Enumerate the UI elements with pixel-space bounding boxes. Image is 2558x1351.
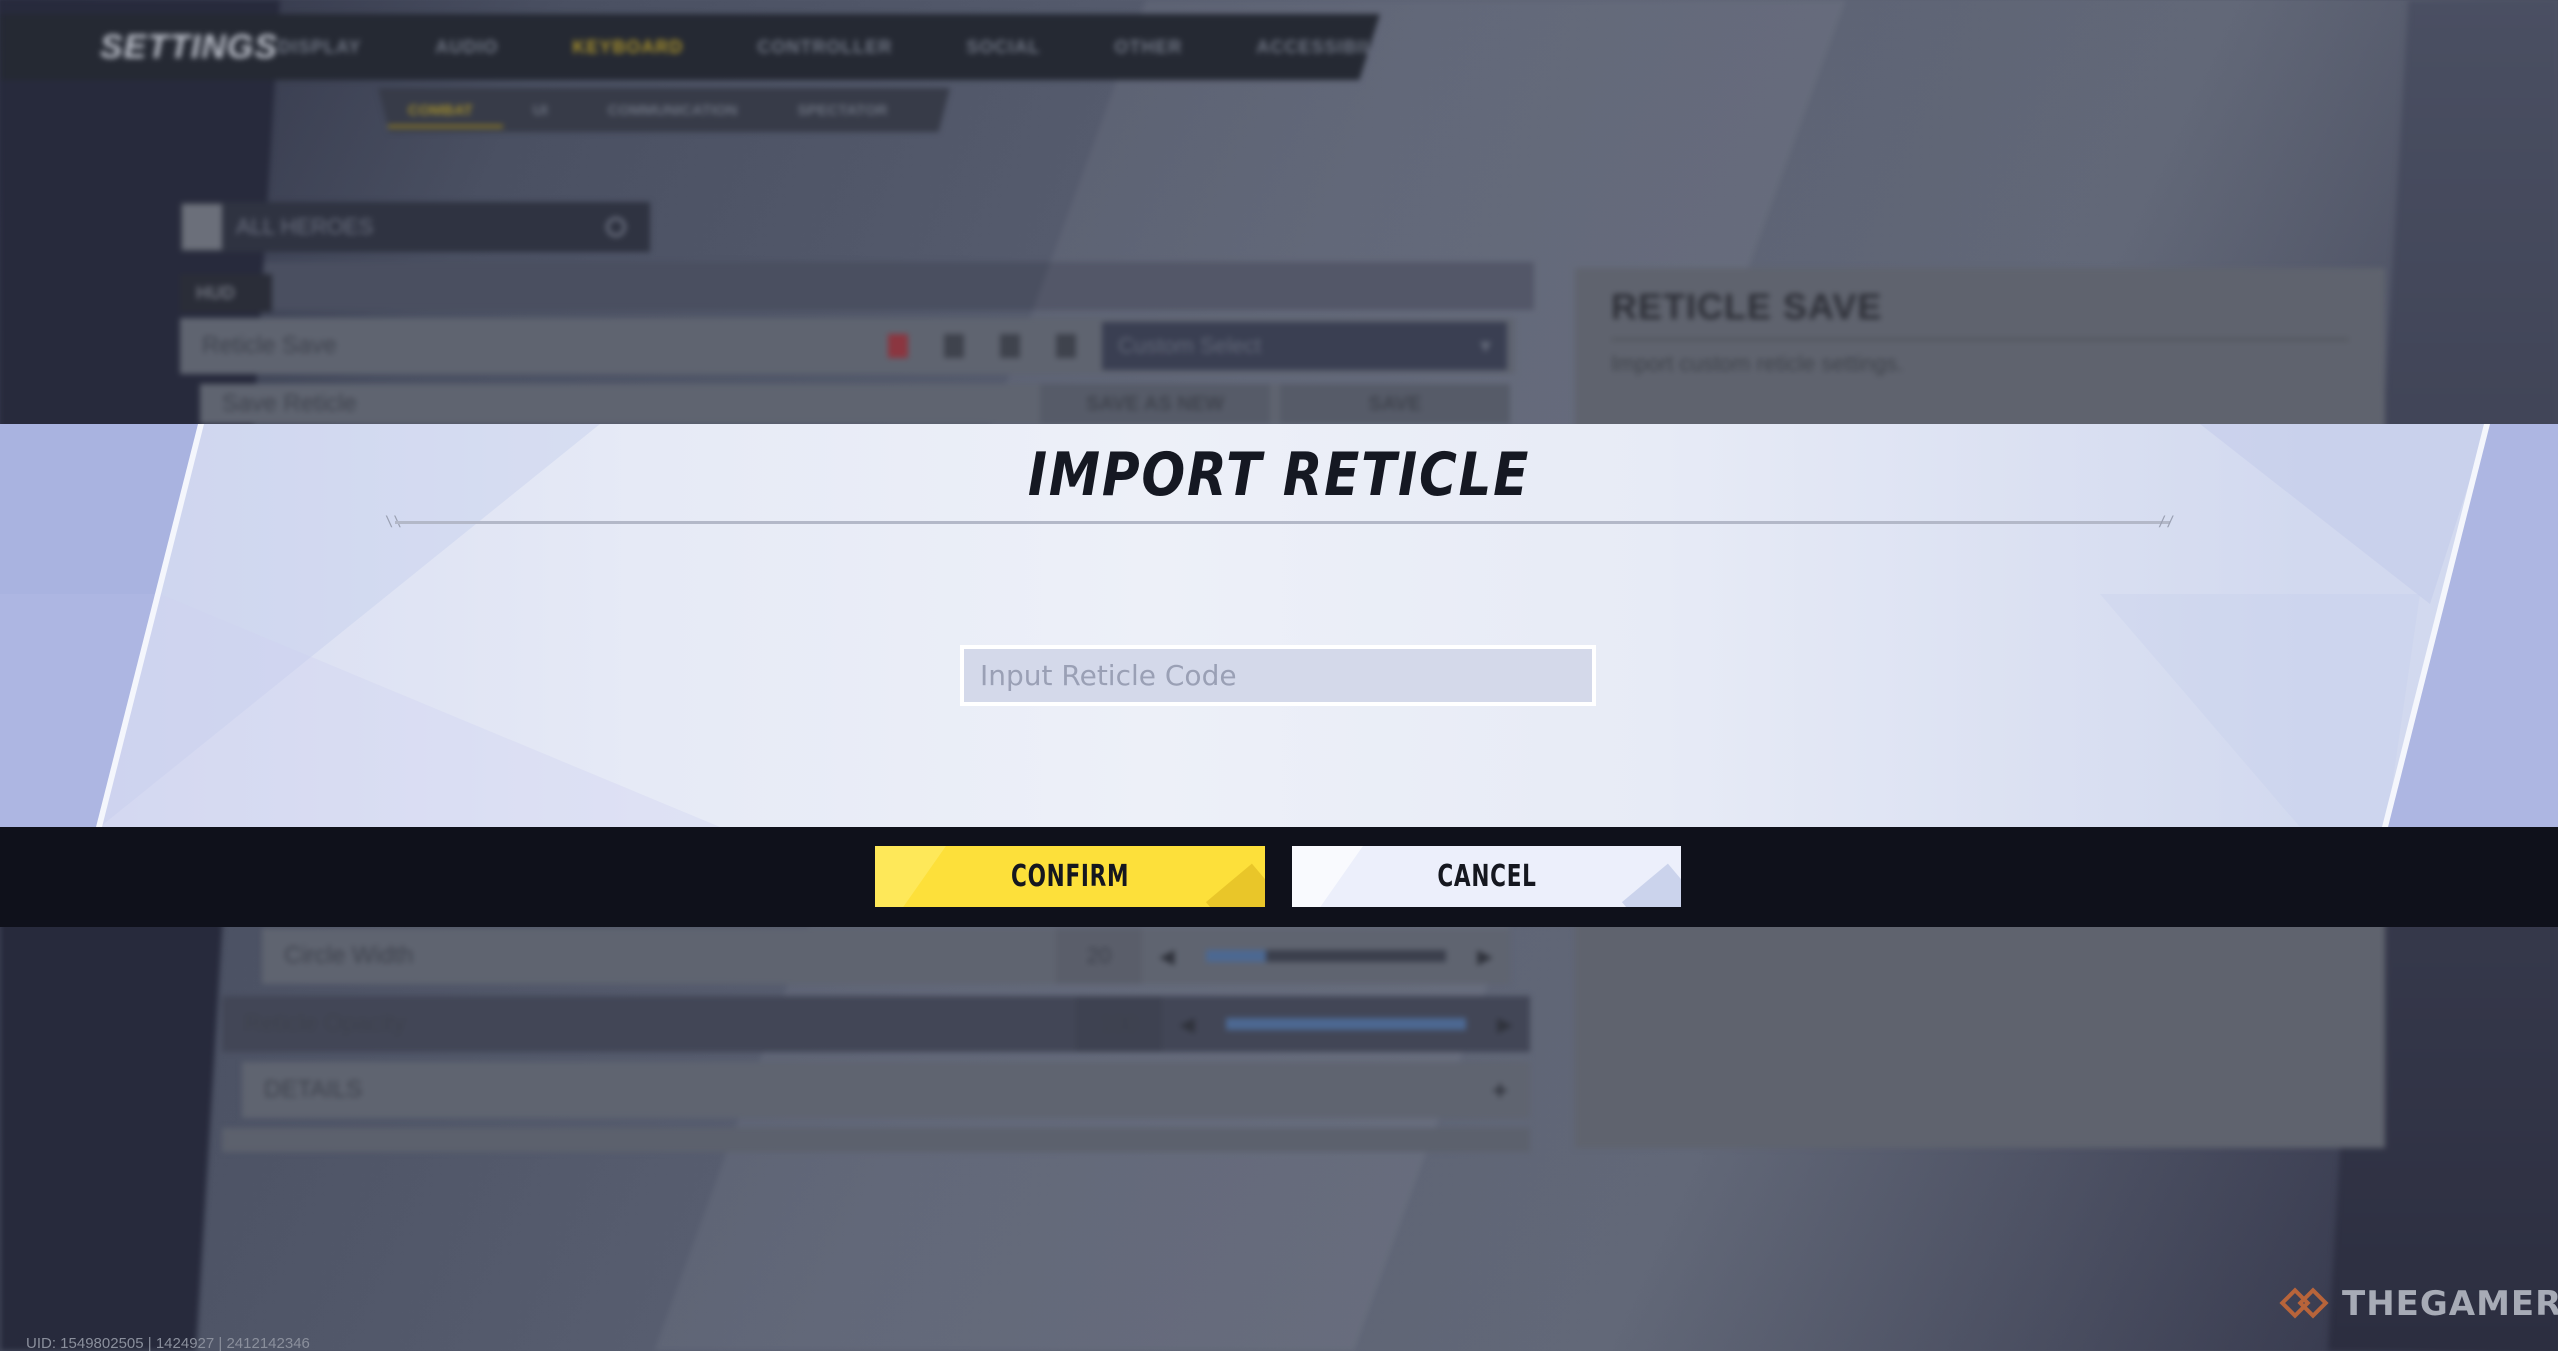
info-panel-description: Import custom reticle settings. bbox=[1611, 351, 1904, 376]
copy-button[interactable] bbox=[1046, 326, 1086, 366]
button-stripe bbox=[1292, 846, 1365, 907]
circle-width-label: Circle Width bbox=[284, 942, 414, 969]
circle-width-value[interactable]: 20 bbox=[1056, 928, 1142, 984]
tab-audio[interactable]: AUDIO bbox=[435, 37, 498, 58]
watermark-text: THEGAMER bbox=[2342, 1284, 2558, 1324]
slider-fill bbox=[1226, 1018, 1466, 1030]
save-as-new-button[interactable]: SAVE AS NEW bbox=[1040, 384, 1270, 424]
tab-other[interactable]: OTHER bbox=[1114, 37, 1182, 58]
modal-title: IMPORT RETICLE bbox=[1027, 440, 1531, 510]
modal-divider bbox=[395, 521, 2170, 524]
reticle-opacity-row: Reticle Opacity 100 ◀ ▶ bbox=[222, 996, 1530, 1052]
details-label: DETAILS bbox=[264, 1076, 363, 1103]
preset-select-value: Custom Select bbox=[1118, 333, 1262, 358]
hero-filter-label: ALL HEROES bbox=[236, 214, 374, 239]
expand-plus-icon[interactable]: + bbox=[1480, 1075, 1520, 1106]
hero-portrait-icon bbox=[182, 204, 222, 250]
chevron-down-icon: ▾ bbox=[1479, 333, 1491, 358]
reticle-opacity-value[interactable]: 100 bbox=[1076, 996, 1162, 1052]
facet bbox=[2100, 594, 2420, 827]
reticle-code-input[interactable] bbox=[960, 645, 1596, 706]
decrease-arrow-icon[interactable]: ◀ bbox=[1162, 1012, 1212, 1037]
section-tag-hud: HUD bbox=[180, 274, 272, 312]
button-corner bbox=[1205, 863, 1265, 907]
settings-top-nav: SETTINGS DISPLAY AUDIO KEYBOARD CONTROLL… bbox=[0, 14, 1380, 80]
subtab-communication[interactable]: COMMUNICATION bbox=[578, 102, 768, 119]
tab-display[interactable]: DISPLAY bbox=[278, 37, 361, 58]
decrease-arrow-icon[interactable]: ◀ bbox=[1142, 944, 1192, 969]
modal-footer-bar bbox=[0, 827, 2558, 927]
import-icon bbox=[1000, 334, 1020, 358]
settings-sub-nav: COMBAT UI COMMUNICATION SPECTATOR bbox=[378, 88, 950, 132]
reticle-opacity-label: Reticle Opacity bbox=[244, 1010, 406, 1037]
circle-width-slider[interactable] bbox=[1206, 950, 1446, 962]
confirm-label: CONFIRM bbox=[1010, 859, 1130, 894]
save-button[interactable]: SAVE bbox=[1280, 384, 1510, 424]
delete-button[interactable] bbox=[878, 326, 918, 366]
save-reticle-label: Save Reticle bbox=[222, 390, 357, 417]
subtab-spectator[interactable]: SPECTATOR bbox=[767, 102, 917, 119]
cancel-label: CANCEL bbox=[1436, 859, 1537, 894]
slider-fill bbox=[1206, 950, 1266, 962]
facet bbox=[100, 594, 720, 827]
preset-select[interactable]: Custom Select ▾ bbox=[1102, 322, 1507, 370]
edit-icon bbox=[944, 334, 964, 358]
settings-title: SETTINGS bbox=[100, 27, 279, 66]
info-panel-divider bbox=[1611, 338, 2349, 341]
tab-controller[interactable]: CONTROLLER bbox=[757, 37, 892, 58]
copy-icon bbox=[1056, 334, 1076, 358]
details-row[interactable]: DETAILS + bbox=[242, 1062, 1530, 1118]
uid-text: UID: 1549802505 | 1424927 | 2412142346 bbox=[26, 1335, 310, 1351]
increase-arrow-icon[interactable]: ▶ bbox=[1480, 1012, 1530, 1037]
tab-social[interactable]: SOCIAL bbox=[966, 37, 1040, 58]
divider-right-cap: // bbox=[2158, 514, 2175, 530]
watermark: THEGAMER bbox=[2279, 1278, 2558, 1330]
reticle-opacity-slider[interactable] bbox=[1226, 1018, 1466, 1030]
info-panel-title: RETICLE SAVE bbox=[1611, 286, 1883, 327]
circle-width-row: Circle Width 20 ◀ ▶ bbox=[262, 928, 1510, 984]
cancel-button[interactable]: CANCEL bbox=[1292, 846, 1681, 907]
subtab-ui[interactable]: UI bbox=[503, 102, 578, 119]
thegamer-logo-icon bbox=[2279, 1278, 2332, 1330]
import-button[interactable] bbox=[990, 326, 1030, 366]
button-corner bbox=[1621, 863, 1681, 907]
button-stripe bbox=[875, 846, 948, 907]
save-reticle-row: Save Reticle SAVE AS NEW SAVE bbox=[200, 384, 1510, 424]
edit-button[interactable] bbox=[934, 326, 974, 366]
confirm-button[interactable]: CONFIRM bbox=[875, 846, 1265, 907]
search-icon[interactable] bbox=[606, 217, 626, 237]
tab-keyboard[interactable]: KEYBOARD bbox=[572, 37, 683, 58]
hero-filter[interactable]: ALL HEROES bbox=[180, 202, 650, 252]
subtab-combat[interactable]: COMBAT bbox=[378, 102, 503, 128]
partial-row bbox=[222, 1128, 1530, 1152]
reticle-save-row: Reticle Save Custom Select ▾ bbox=[180, 318, 1515, 374]
trash-icon bbox=[888, 334, 908, 358]
reticle-save-label: Reticle Save bbox=[202, 332, 337, 359]
increase-arrow-icon[interactable]: ▶ bbox=[1460, 944, 1510, 969]
